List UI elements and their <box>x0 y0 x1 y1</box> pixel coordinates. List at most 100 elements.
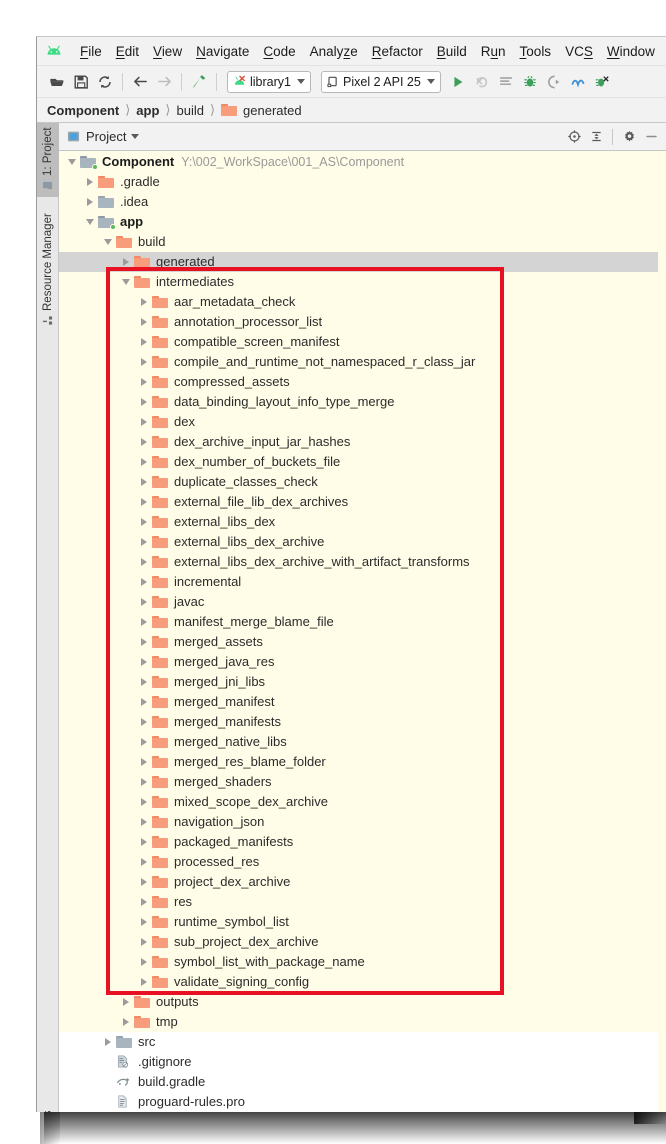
chevron-right-icon[interactable] <box>137 696 150 709</box>
chevron-right-icon[interactable] <box>137 916 150 929</box>
chevron-right-icon[interactable] <box>137 296 150 309</box>
tree-row[interactable]: .gradle <box>59 172 666 192</box>
tree-row[interactable]: external_libs_dex <box>59 512 666 532</box>
tree-row[interactable]: incremental <box>59 572 666 592</box>
tree-row[interactable]: merged_res_blame_folder <box>59 752 666 772</box>
tree-row[interactable]: dex <box>59 412 666 432</box>
chevron-right-icon[interactable] <box>137 316 150 329</box>
tree-row[interactable]: merged_java_res <box>59 652 666 672</box>
menu-view[interactable]: View <box>146 42 189 61</box>
chevron-right-icon[interactable] <box>101 1036 114 1049</box>
chevron-right-icon[interactable] <box>137 816 150 829</box>
chevron-down-icon[interactable] <box>101 236 114 249</box>
tree-row[interactable]: packaged_manifests <box>59 832 666 852</box>
chevron-right-icon[interactable] <box>137 536 150 549</box>
tree-row[interactable]: dex_archive_input_jar_hashes <box>59 432 666 452</box>
run-configuration-selector[interactable]: library1 <box>227 70 311 93</box>
chevron-right-icon[interactable] <box>119 996 132 1009</box>
locate-icon[interactable] <box>563 126 585 148</box>
menu-window[interactable]: Window <box>600 42 662 61</box>
tree-row[interactable]: merged_native_libs <box>59 732 666 752</box>
tree-row[interactable]: outputs <box>59 992 666 1012</box>
chevron-right-icon[interactable] <box>137 836 150 849</box>
chevron-right-icon[interactable] <box>137 936 150 949</box>
chevron-right-icon[interactable] <box>137 616 150 629</box>
chevron-down-icon-device[interactable] <box>426 79 435 84</box>
menu-vcs[interactable]: VCS <box>558 42 600 61</box>
menu-build[interactable]: Build <box>430 42 474 61</box>
chevron-right-icon[interactable] <box>137 476 150 489</box>
tree-row[interactable]: runtime_symbol_list <box>59 912 666 932</box>
tree-row[interactable]: generated <box>59 252 666 272</box>
chevron-down-icon-panel[interactable] <box>131 134 140 139</box>
build-hammer-icon[interactable] <box>187 70 211 94</box>
tree-row[interactable]: merged_shaders <box>59 772 666 792</box>
menu-help[interactable]: He <box>662 42 666 61</box>
tree-row[interactable]: res <box>59 892 666 912</box>
chevron-right-icon[interactable] <box>137 656 150 669</box>
menu-run[interactable]: Run <box>474 42 513 61</box>
tree-row[interactable]: compatible_screen_manifest <box>59 332 666 352</box>
chevron-right-icon[interactable] <box>137 496 150 509</box>
chevron-right-icon[interactable] <box>137 436 150 449</box>
project-tree[interactable]: Component Y:\002_WorkSpace\001_AS\Compone… <box>59 152 666 1112</box>
chevron-right-icon[interactable] <box>137 756 150 769</box>
chevron-right-icon[interactable] <box>137 956 150 969</box>
menu-navigate[interactable]: Navigate <box>189 42 256 61</box>
chevron-right-icon[interactable] <box>137 976 150 989</box>
project-tree-scroll-gutter[interactable] <box>658 152 666 1112</box>
tree-row[interactable]: manifest_merge_blame_file <box>59 612 666 632</box>
tree-row[interactable]: Component Y:\002_WorkSpace\001_AS\Compone… <box>59 152 666 172</box>
tree-row[interactable]: compressed_assets <box>59 372 666 392</box>
breadcrumb-item-generated[interactable]: generated <box>243 103 302 118</box>
tree-row[interactable]: symbol_list_with_package_name <box>59 952 666 972</box>
chevron-right-icon[interactable] <box>119 1016 132 1029</box>
tree-row[interactable]: project_dex_archive <box>59 872 666 892</box>
menu-tools[interactable]: Tools <box>513 42 559 61</box>
chevron-right-icon[interactable] <box>137 356 150 369</box>
tree-row[interactable]: build <box>59 232 666 252</box>
tree-row[interactable]: merged_manifests <box>59 712 666 732</box>
chevron-right-icon[interactable] <box>137 396 150 409</box>
tree-row[interactable]: processed_res <box>59 852 666 872</box>
chevron-right-icon[interactable] <box>137 576 150 589</box>
chevron-right-icon[interactable] <box>137 736 150 749</box>
tree-row[interactable]: external_libs_dex_archive <box>59 532 666 552</box>
chevron-right-icon[interactable] <box>137 596 150 609</box>
chevron-right-icon[interactable] <box>137 676 150 689</box>
chevron-right-icon[interactable] <box>137 796 150 809</box>
tree-row[interactable]: src <box>59 1032 666 1052</box>
minimize-icon[interactable] <box>640 126 662 148</box>
chevron-right-icon[interactable] <box>83 176 96 189</box>
collapse-all-icon[interactable] <box>585 126 607 148</box>
device-selector[interactable]: Pixel 2 API 25 <box>321 70 441 93</box>
tree-row[interactable]: navigation_json <box>59 812 666 832</box>
chevron-right-icon[interactable] <box>137 556 150 569</box>
tree-row[interactable]: javac <box>59 592 666 612</box>
tree-row[interactable]: validate_signing_config <box>59 972 666 992</box>
tree-row[interactable]: intermediates <box>59 272 666 292</box>
tree-row[interactable]: duplicate_classes_check <box>59 472 666 492</box>
chevron-down-icon[interactable] <box>297 79 305 84</box>
chevron-down-icon[interactable] <box>83 216 96 229</box>
tree-row[interactable]: merged_jni_libs <box>59 672 666 692</box>
chevron-right-icon[interactable] <box>137 456 150 469</box>
profiler-icon[interactable] <box>566 70 590 94</box>
sidebar-item-resource-manager[interactable]: Resource Manager <box>37 209 59 339</box>
breadcrumb-item-app[interactable]: app <box>136 103 159 118</box>
chevron-right-icon[interactable] <box>83 196 96 209</box>
gear-icon[interactable] <box>618 126 640 148</box>
back-arrow-icon[interactable] <box>128 70 152 94</box>
tree-row[interactable]: proguard-rules.pro <box>59 1092 666 1112</box>
debug-alt-icon[interactable] <box>590 70 614 94</box>
chevron-right-icon[interactable] <box>137 776 150 789</box>
tree-row[interactable]: aar_metadata_check <box>59 292 666 312</box>
chevron-right-icon[interactable] <box>137 416 150 429</box>
tree-row[interactable]: sub_project_dex_archive <box>59 932 666 952</box>
run-icon[interactable] <box>446 70 470 94</box>
save-icon[interactable] <box>69 70 93 94</box>
tree-row[interactable]: compile_and_runtime_not_namespaced_r_cla… <box>59 352 666 372</box>
sidebar-item-build-variants[interactable]: uild Variants <box>37 1107 59 1112</box>
tree-row[interactable]: annotation_processor_list <box>59 312 666 332</box>
chevron-down-icon[interactable] <box>119 276 132 289</box>
